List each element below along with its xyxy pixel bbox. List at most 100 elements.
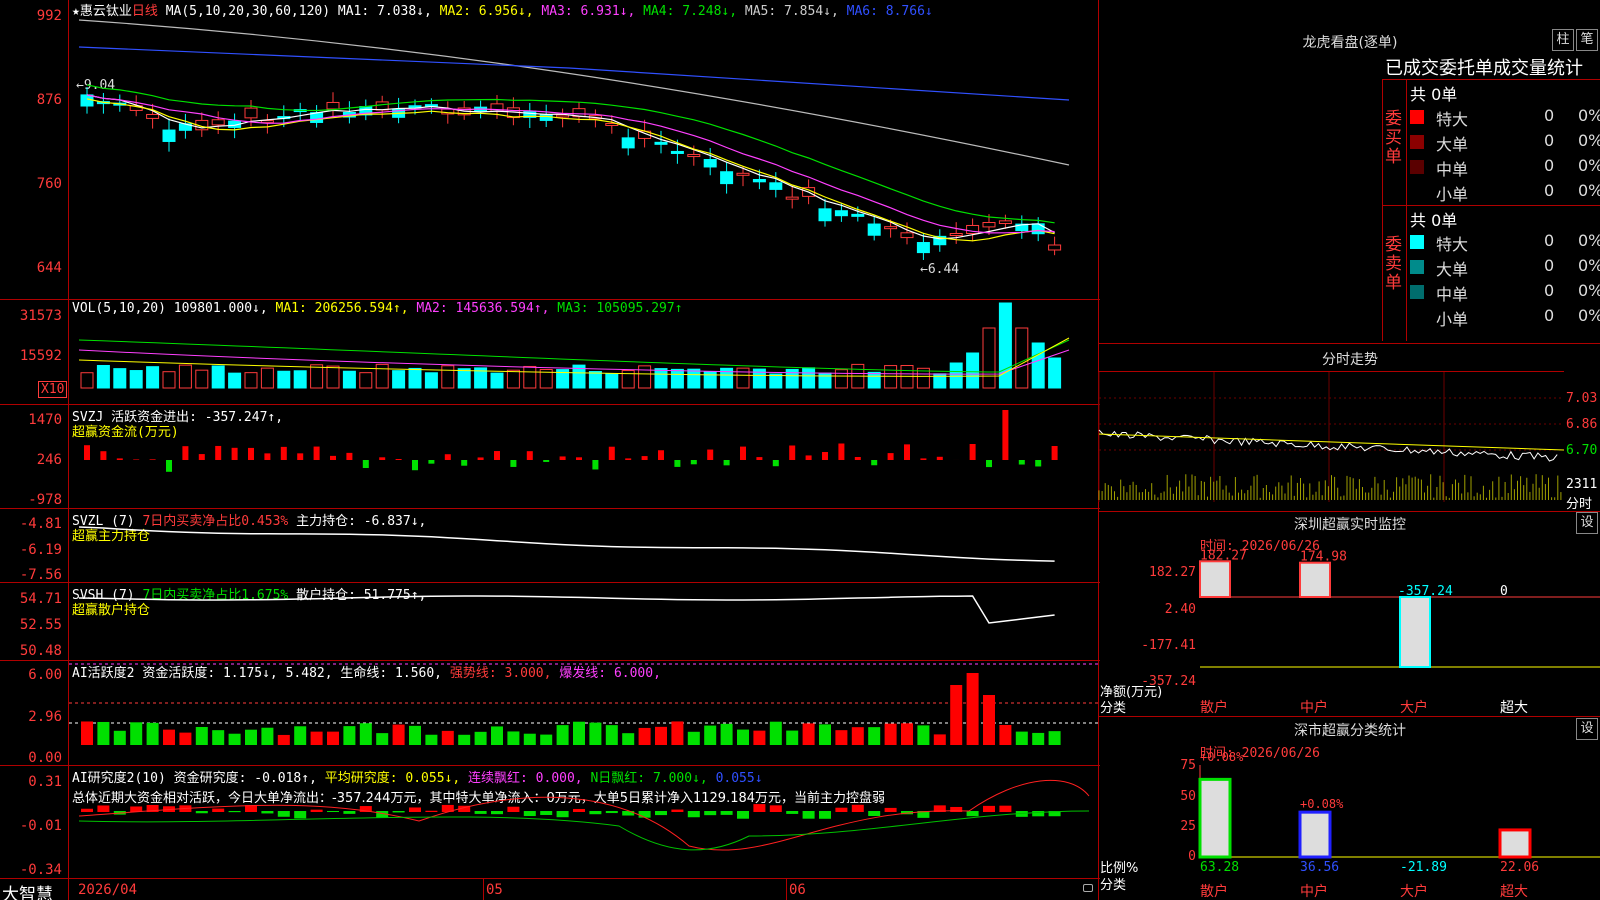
- ai1-axis-1: 6.00: [28, 667, 62, 683]
- vol-bar: [375, 363, 389, 389]
- research-bar: [195, 811, 208, 814]
- candle-body: [998, 220, 1012, 224]
- vol-bar: [949, 362, 963, 389]
- bar-view-button[interactable]: 柱: [1552, 29, 1574, 51]
- vol-unit-badge: X10: [38, 381, 68, 398]
- candle-body: [621, 137, 635, 149]
- svsh-chart[interactable]: [69, 583, 1098, 660]
- research-bar: [310, 809, 323, 812]
- flow-bar: [789, 445, 796, 460]
- monitor-cat-3: 超大: [1500, 700, 1528, 716]
- research-bar: [392, 811, 405, 813]
- research-bar: [769, 805, 782, 812]
- vol-bar: [736, 367, 750, 389]
- flow-bar: [346, 452, 353, 460]
- flow-bar: [280, 446, 287, 460]
- flow-bar: [838, 443, 845, 460]
- vol-bar: [178, 364, 192, 389]
- vol-bar: [670, 368, 684, 389]
- intraday-axis-3: 6.70: [1566, 443, 1598, 458]
- monitor-settings-button[interactable]: 设: [1576, 512, 1598, 534]
- vol-bar: [277, 370, 291, 389]
- stats-val-1: 36.56: [1300, 860, 1340, 875]
- vol-bar: [260, 367, 274, 389]
- monitor-cat-1: 中户: [1300, 700, 1328, 716]
- svzl-chart[interactable]: [69, 509, 1098, 582]
- sell-total: 共 0单: [1410, 211, 1458, 230]
- sell-l-name: 大单: [1436, 260, 1469, 279]
- research-bar: [491, 811, 503, 815]
- price-axis-4: 644: [36, 260, 62, 276]
- vol-bar: [523, 365, 537, 389]
- buy-side-label: 委买单: [1385, 109, 1402, 167]
- research-bar: [507, 806, 520, 812]
- buy-m-swatch: [1410, 160, 1424, 174]
- flow-bar: [215, 445, 222, 460]
- flow-bar: [510, 460, 517, 467]
- stats-val-3: 22.06: [1500, 860, 1540, 875]
- activity-bar: [392, 724, 405, 745]
- sell-xl-value: 0: [1544, 231, 1555, 250]
- svsh-axis-2: 52.55: [19, 617, 62, 633]
- buy-total: 共 0单: [1410, 85, 1458, 104]
- flow-bar: [1035, 460, 1042, 467]
- flow-bar: [198, 454, 205, 460]
- activity-bar: [113, 730, 126, 745]
- tick-view-button[interactable]: 笔: [1576, 29, 1598, 51]
- candle-body: [1031, 223, 1045, 235]
- buy-row-s: 小单 0 0%: [1410, 181, 1600, 205]
- flow-bar: [412, 460, 418, 471]
- activity-bar: [294, 726, 307, 745]
- monitor-chart[interactable]: 182.27 174.98 -357.24 0: [1199, 548, 1600, 700]
- activity-bar: [163, 729, 175, 745]
- lock-icon[interactable]: [1083, 884, 1093, 892]
- ai2-axis-1: 0.31: [28, 774, 62, 790]
- vol-bar: [638, 365, 652, 389]
- ai1-chart[interactable]: [69, 661, 1098, 765]
- svzj-axis-3: -978: [28, 492, 62, 508]
- vol-bar: [113, 368, 127, 389]
- flow-bar: [313, 446, 320, 460]
- flow-bar: [330, 455, 336, 460]
- activity-bar: [769, 721, 782, 745]
- brand-logo[interactable]: 大智慧: [2, 880, 53, 900]
- research-bar: [425, 810, 438, 812]
- sell-row-xl: 特大 0 0%: [1410, 231, 1600, 255]
- activity-bar: [737, 729, 749, 745]
- svzj-chart[interactable]: [69, 405, 1098, 508]
- candle-body: [720, 171, 734, 185]
- activity-bar: [343, 726, 356, 745]
- research-bar: [868, 811, 881, 817]
- intraday-chart[interactable]: [1098, 372, 1565, 510]
- activity-bar: [605, 725, 618, 745]
- monitor-bar-label-0: 182.27: [1200, 548, 1247, 563]
- vol-bar: [96, 364, 110, 389]
- sell-s-value: 0: [1544, 306, 1555, 325]
- buy-s-value: 0: [1544, 181, 1555, 200]
- sell-row-m: 中单 0 0%: [1410, 281, 1600, 305]
- activity-bar: [720, 723, 733, 745]
- stats-settings-button[interactable]: 设: [1576, 718, 1598, 740]
- ai2-chart[interactable]: [69, 766, 1098, 878]
- vol-bar: [408, 367, 422, 389]
- research-bar: [835, 807, 848, 812]
- sell-m-value: 0: [1544, 281, 1555, 300]
- sell-s-name: 小单: [1436, 310, 1469, 329]
- vol-bar: [310, 364, 324, 389]
- candle-body: [260, 120, 274, 124]
- stats-top-line: [1098, 716, 1600, 717]
- stats-bar-3: [1498, 828, 1532, 859]
- buy-l-swatch: [1410, 135, 1424, 149]
- price-chart[interactable]: [69, 0, 1098, 299]
- sell-xl-swatch: [1410, 235, 1424, 249]
- stats-axis-1: 75: [1180, 758, 1196, 773]
- flow-bar: [116, 458, 123, 460]
- buy-xl-name: 特大: [1436, 110, 1469, 129]
- ai1-axis-2: 2.96: [28, 709, 62, 725]
- vol-bar: [244, 372, 258, 389]
- vol-chart[interactable]: [69, 300, 1098, 404]
- candle-body: [834, 210, 848, 217]
- activity-bar: [687, 731, 700, 745]
- candle-body: [703, 159, 717, 168]
- research-bar: [720, 811, 733, 815]
